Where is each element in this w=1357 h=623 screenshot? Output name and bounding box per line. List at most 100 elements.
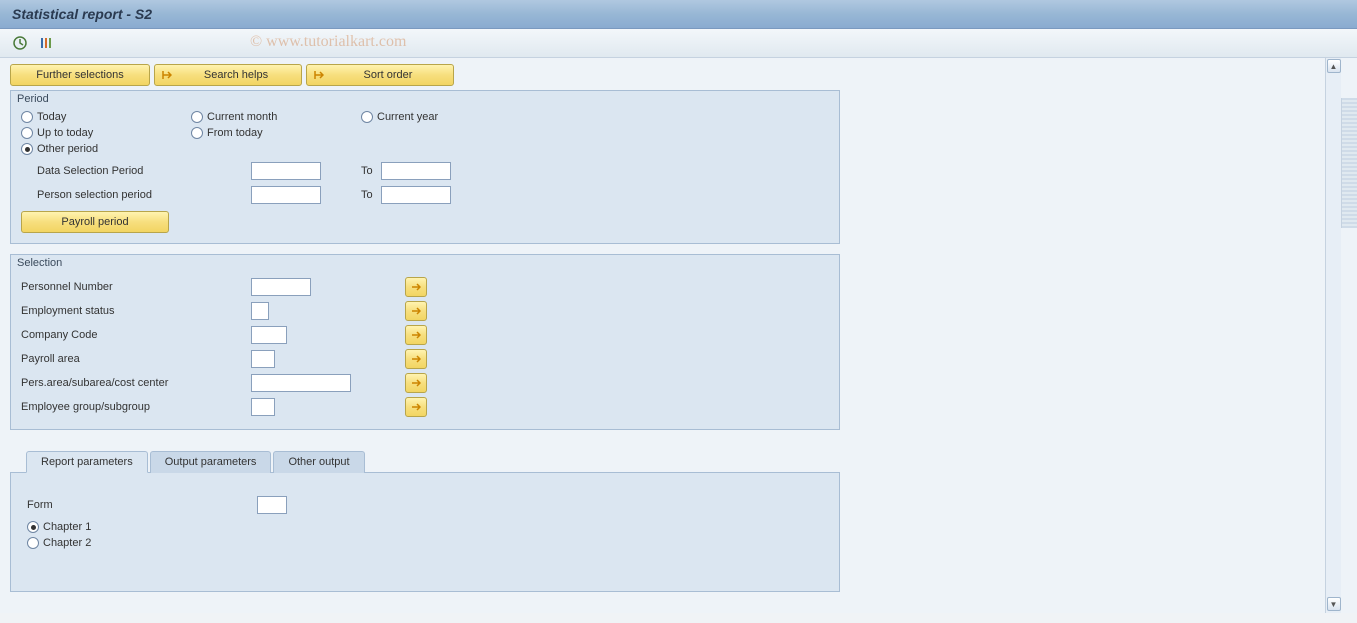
button-label: Payroll period [61,216,128,228]
multiple-selection-button[interactable] [405,397,427,417]
title-bar: Statistical report - S2 [0,0,1357,29]
field-label: Person selection period [21,189,251,201]
radio-icon [191,127,203,139]
radio-chapter-1[interactable]: Chapter 1 [27,521,823,533]
data-selection-from-input[interactable] [251,162,321,180]
group-title: Period [11,91,839,107]
radio-label: Chapter 1 [43,521,91,533]
company-code-row: Company Code [21,323,829,347]
sort-order-button[interactable]: Sort order [306,64,454,86]
field-label: Employment status [21,305,251,317]
radio-today[interactable]: Today [21,111,191,123]
radio-icon [361,111,373,123]
payroll-area-row: Payroll area [21,347,829,371]
watermark-text: © www.tutorialkart.com [250,33,406,51]
field-label: Payroll area [21,353,251,365]
person-selection-to-input[interactable] [381,186,451,204]
main-panel: Further selections Search helps Sort ord… [0,58,1325,613]
radio-label: Other period [37,143,98,155]
field-label: Company Code [21,329,251,341]
radio-icon [21,127,33,139]
radio-up-to-today[interactable]: Up to today [21,127,191,139]
employment-status-input[interactable] [251,302,269,320]
multiple-selection-button[interactable] [405,373,427,393]
radio-from-today[interactable]: From today [191,127,361,139]
selection-group: Selection Personnel Number Employment st… [10,254,840,430]
employee-group-row: Employee group/subgroup [21,395,829,419]
radio-label: From today [207,127,263,139]
tab-label: Other output [288,456,349,468]
selection-buttons-row: Further selections Search helps Sort ord… [10,64,1315,86]
field-label: Employee group/subgroup [21,401,251,413]
employment-status-row: Employment status [21,299,829,323]
tab-report-parameters[interactable]: Report parameters [26,451,148,473]
arrow-right-icon [159,70,175,80]
tab-other-output[interactable]: Other output [273,451,364,473]
radio-icon [21,111,33,123]
triangle-down-icon: ▼ [1330,600,1338,609]
radio-label: Current month [207,111,277,123]
radio-other-period[interactable]: Other period [21,143,191,155]
report-parameters-panel: Form Chapter 1 Chapter 2 [10,472,840,592]
radio-icon [191,111,203,123]
person-selection-from-input[interactable] [251,186,321,204]
pers-area-input[interactable] [251,374,351,392]
variant-icon[interactable] [38,35,54,51]
search-helps-button[interactable]: Search helps [154,64,302,86]
radio-label: Up to today [37,127,93,139]
group-title: Selection [11,255,839,271]
multiple-selection-button[interactable] [405,277,427,297]
side-grip-handle[interactable] [1341,98,1357,228]
radio-current-month[interactable]: Current month [191,111,361,123]
period-group: Period Today Current month Current year [10,90,840,244]
payroll-area-input[interactable] [251,350,275,368]
content-area: Further selections Search helps Sort ord… [0,58,1357,613]
personnel-number-input[interactable] [251,278,311,296]
employee-group-input[interactable] [251,398,275,416]
radio-label: Current year [377,111,438,123]
scroll-up-button[interactable]: ▲ [1327,59,1341,73]
tab-output-parameters[interactable]: Output parameters [150,451,272,473]
person-selection-period-row: Person selection period To [21,183,829,207]
button-label: Further selections [15,69,145,81]
triangle-up-icon: ▲ [1330,62,1338,71]
payroll-period-button[interactable]: Payroll period [21,211,169,233]
radio-current-year[interactable]: Current year [361,111,531,123]
multiple-selection-button[interactable] [405,301,427,321]
radio-chapter-2[interactable]: Chapter 2 [27,537,823,549]
company-code-input[interactable] [251,326,287,344]
right-gutter [1341,58,1357,613]
button-label: Sort order [327,69,449,81]
parameters-tabstrip: Report parameters Output parameters Othe… [10,450,840,592]
to-label: To [321,165,381,177]
page-title: Statistical report - S2 [12,6,152,22]
application-toolbar: © www.tutorialkart.com [0,29,1357,58]
field-label: Form [27,499,257,511]
field-label: Personnel Number [21,281,251,293]
vertical-scrollbar[interactable]: ▲ ▼ [1325,58,1341,613]
arrow-right-icon [311,70,327,80]
further-selections-button[interactable]: Further selections [10,64,150,86]
radio-icon [21,143,33,155]
form-row: Form [27,493,823,517]
multiple-selection-button[interactable] [405,325,427,345]
field-label: Pers.area/subarea/cost center [21,377,251,389]
to-label: To [321,189,381,201]
radio-icon [27,537,39,549]
execute-icon[interactable] [12,35,28,51]
data-selection-to-input[interactable] [381,162,451,180]
personnel-number-row: Personnel Number [21,275,829,299]
radio-icon [27,521,39,533]
tab-row: Report parameters Output parameters Othe… [10,450,840,472]
form-input[interactable] [257,496,287,514]
data-selection-period-row: Data Selection Period To [21,159,829,183]
pers-area-row: Pers.area/subarea/cost center [21,371,829,395]
multiple-selection-button[interactable] [405,349,427,369]
field-label: Data Selection Period [21,165,251,177]
button-label: Search helps [175,69,297,81]
tab-label: Output parameters [165,456,257,468]
scroll-down-button[interactable]: ▼ [1327,597,1341,611]
radio-label: Today [37,111,66,123]
radio-label: Chapter 2 [43,537,91,549]
tab-label: Report parameters [41,456,133,468]
